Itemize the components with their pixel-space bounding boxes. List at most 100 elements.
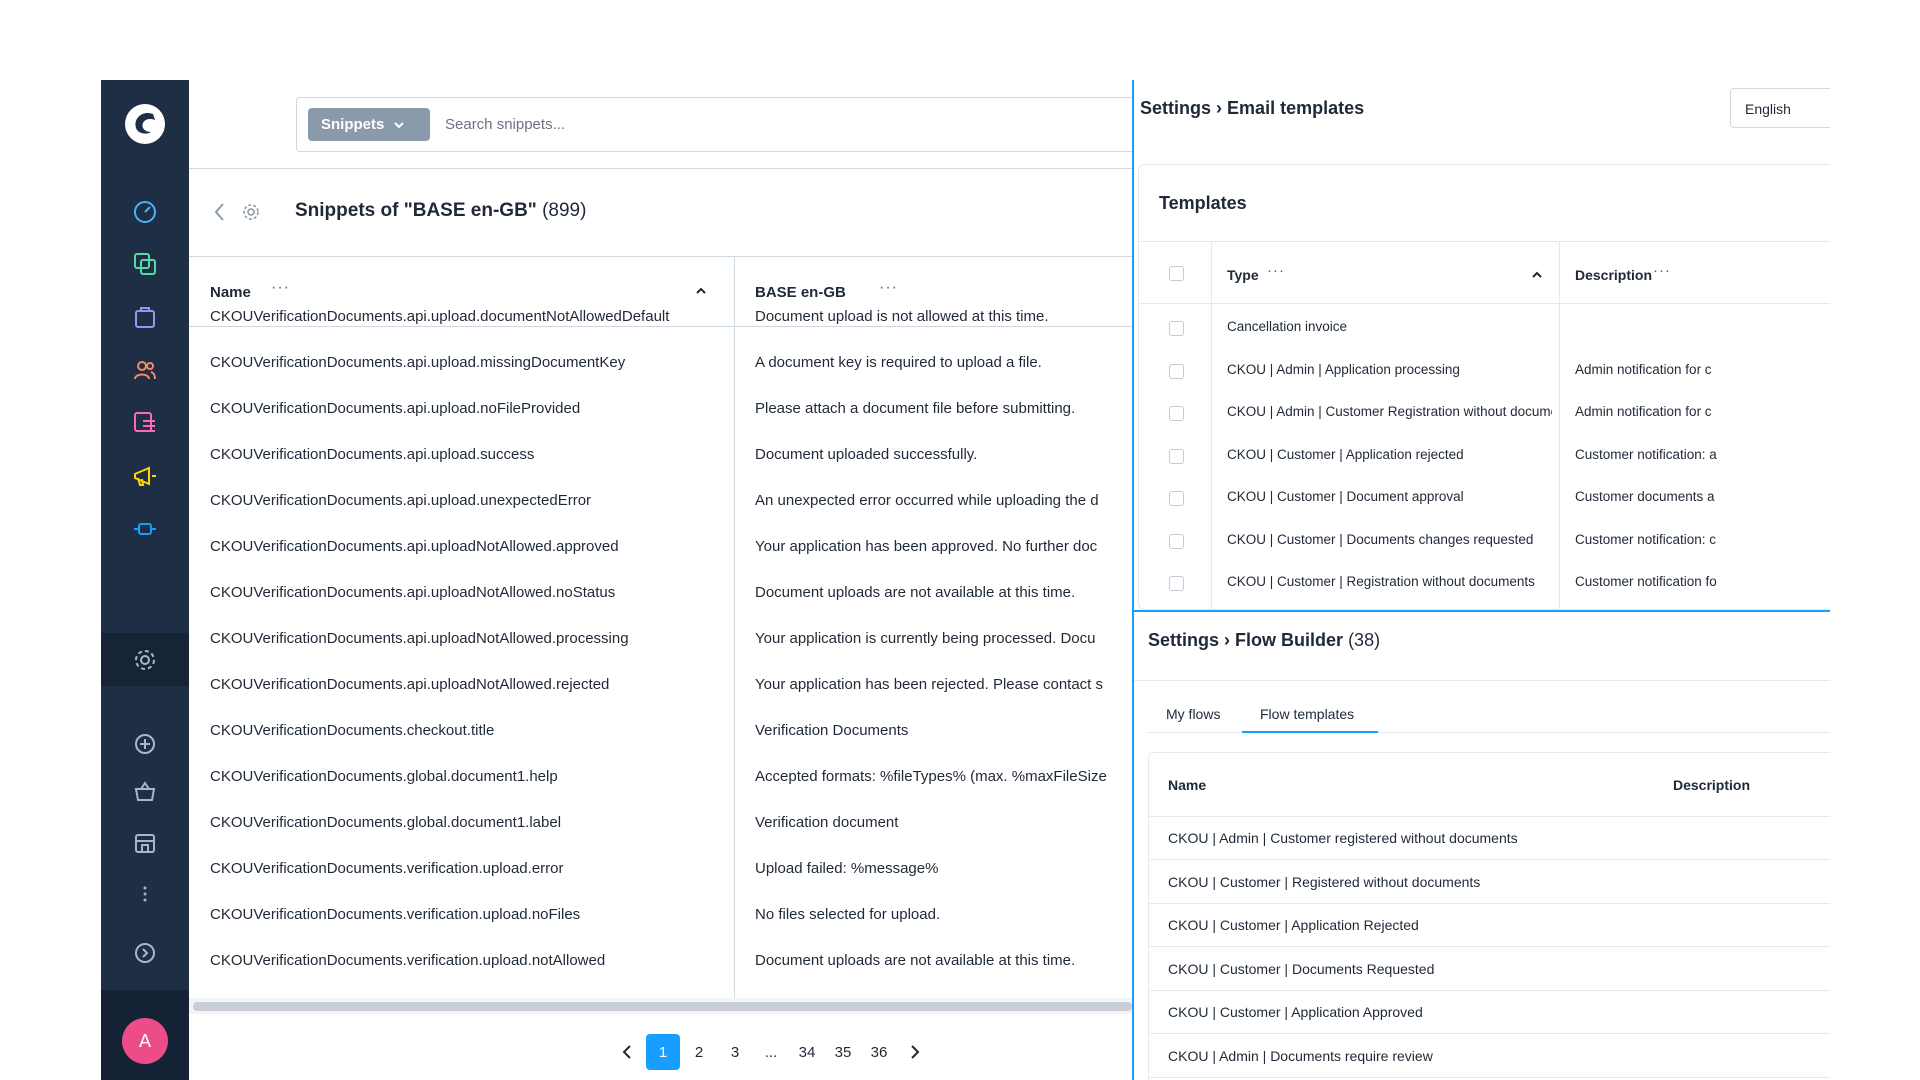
settings-icon[interactable] [132, 647, 158, 673]
customers-icon[interactable] [132, 357, 158, 383]
marketing-icon[interactable] [132, 463, 158, 489]
table-row[interactable]: CKOUVerificationDocuments.api.uploadNotA… [189, 572, 1132, 618]
table-row[interactable]: CKOUVerificationDocuments.global.documen… [189, 802, 1132, 848]
flow-name[interactable]: CKOU | Admin | Customer registered witho… [1168, 830, 1518, 846]
collapse-sidebar-icon[interactable] [132, 940, 158, 966]
table-row[interactable]: CKOUVerificationDocuments.verification.u… [189, 894, 1132, 940]
page-button[interactable]: 35 [826, 1034, 860, 1070]
table-row[interactable]: CKOUVerificationDocuments.global.documen… [189, 756, 1132, 802]
column-menu-icon[interactable]: ··· [879, 279, 898, 297]
row-checkbox[interactable] [1169, 448, 1184, 464]
table-row[interactable]: CKOU | Customer | Application Rejected [1149, 904, 1830, 947]
snippet-value[interactable]: Your application is currently being proc… [755, 630, 1132, 647]
table-row[interactable]: CKOU | Admin | Customer registered witho… [1149, 817, 1830, 860]
template-type[interactable]: Cancellation invoice [1227, 319, 1552, 334]
table-row[interactable]: CKOU | Customer | Registered without doc… [1149, 861, 1830, 904]
prev-page-icon[interactable] [610, 1034, 644, 1070]
language-select[interactable]: English [1730, 88, 1830, 128]
search-input[interactable] [445, 108, 1105, 141]
template-type[interactable]: CKOU | Customer | Registration without d… [1227, 574, 1552, 589]
snippet-value[interactable]: Document upload is not allowed at this t… [755, 308, 1132, 325]
snippet-value[interactable]: Please attach a document file before sub… [755, 400, 1132, 417]
page-button[interactable]: 2 [682, 1034, 716, 1070]
column-menu-icon[interactable]: ··· [1653, 262, 1671, 279]
column-header-description[interactable]: Description [1575, 267, 1652, 283]
template-type[interactable]: CKOU | Admin | Application processing [1227, 362, 1552, 377]
table-row[interactable]: CKOUVerificationDocuments.api.upload.doc… [189, 296, 1132, 342]
row-checkbox[interactable] [1169, 321, 1184, 336]
flow-name[interactable]: CKOU | Admin | Documents require review [1168, 1048, 1433, 1064]
table-row[interactable]: CKOU | Customer | Application Approved [1149, 991, 1830, 1034]
row-checkbox[interactable] [1169, 491, 1184, 506]
sort-ascending-icon[interactable] [1531, 269, 1543, 281]
template-type[interactable]: CKOU | Customer | Application rejected [1227, 447, 1552, 462]
tab-flow-templates[interactable]: Flow templates [1260, 706, 1354, 722]
more-icon[interactable] [132, 881, 158, 907]
table-row[interactable]: CKOUVerificationDocuments.api.upload.noF… [189, 388, 1132, 434]
page-button[interactable]: 36 [862, 1034, 896, 1070]
snippet-value[interactable]: An unexpected error occurred while uploa… [755, 492, 1132, 509]
table-row[interactable]: CKOU | Customer | Registration without d… [1139, 563, 1830, 605]
table-row[interactable]: CKOUVerificationDocuments.api.uploadNotA… [189, 526, 1132, 572]
back-icon[interactable] [210, 200, 230, 224]
column-menu-icon[interactable]: ··· [1267, 262, 1285, 279]
extensions-icon[interactable] [132, 516, 158, 542]
row-checkbox[interactable] [1169, 406, 1184, 421]
table-row[interactable]: CKOU | Customer | Documents Requested [1149, 948, 1830, 991]
basket-icon[interactable] [132, 779, 158, 805]
flow-name[interactable]: CKOU | Customer | Registered without doc… [1168, 874, 1480, 890]
table-row[interactable]: Cancellation invoice [1139, 308, 1830, 350]
template-type[interactable]: CKOU | Customer | Documents changes requ… [1227, 532, 1552, 547]
snippet-value[interactable]: A document key is required to upload a f… [755, 354, 1132, 371]
column-header-type[interactable]: Type [1227, 267, 1259, 283]
content-icon[interactable] [132, 410, 158, 436]
page-button[interactable]: 1 [646, 1034, 680, 1070]
shopware-logo-icon[interactable] [123, 102, 167, 146]
row-checkbox[interactable] [1169, 533, 1184, 549]
horizontal-scrollbar[interactable] [193, 1002, 1132, 1011]
snippet-value[interactable]: Verification Documents [755, 722, 1132, 739]
flow-name[interactable]: CKOU | Customer | Application Rejected [1168, 917, 1419, 933]
column-header-name[interactable]: Name [1168, 777, 1206, 793]
table-row[interactable]: CKOUVerificationDocuments.api.upload.mis… [189, 342, 1132, 388]
snippet-value[interactable]: Document uploads are not available at th… [755, 584, 1132, 601]
snippet-value[interactable]: Your application has been approved. No f… [755, 538, 1132, 555]
table-row[interactable]: CKOUVerificationDocuments.api.uploadNotA… [189, 618, 1132, 664]
catalog-icon[interactable] [132, 251, 158, 277]
table-row[interactable]: CKOU | Admin | Application processing Adm… [1139, 351, 1830, 393]
flow-name[interactable]: CKOU | Customer | Documents Requested [1168, 961, 1434, 977]
snippet-value[interactable]: Accepted formats: %fileTypes% (max. %max… [755, 768, 1132, 785]
tab-my-flows[interactable]: My flows [1166, 706, 1220, 722]
snippet-value[interactable]: Verification document [755, 814, 1132, 831]
snippet-value[interactable]: No files selected for upload. [755, 906, 1132, 923]
table-row[interactable]: CKOUVerificationDocuments.api.uploadNotA… [189, 664, 1132, 710]
page-button[interactable]: 3 [718, 1034, 752, 1070]
table-row[interactable]: CKOUVerificationDocuments.api.upload.suc… [189, 434, 1132, 480]
row-checkbox[interactable] [1169, 576, 1184, 591]
snippet-value[interactable]: Document uploaded successfully. [755, 446, 1132, 463]
column-menu-icon[interactable]: ··· [271, 279, 290, 297]
snippet-value[interactable]: Upload failed: %message% [755, 860, 1132, 877]
snippet-value[interactable]: Your application has been rejected. Plea… [755, 676, 1132, 693]
column-header-description[interactable]: Description [1673, 777, 1750, 793]
dashboard-icon[interactable] [132, 198, 158, 224]
table-row[interactable]: CKOU | Customer | Application rejected Cu… [1139, 436, 1830, 478]
breadcrumb-parent[interactable]: Settings [1140, 98, 1211, 118]
table-row[interactable]: CKOUVerificationDocuments.api.upload.une… [189, 480, 1132, 526]
row-checkbox[interactable] [1169, 363, 1184, 379]
table-row[interactable]: CKOUVerificationDocuments.checkout.title… [189, 710, 1132, 756]
table-row[interactable]: CKOU | Customer | Document approval Custo… [1139, 478, 1830, 520]
user-avatar[interactable]: A [122, 1018, 168, 1064]
next-page-icon[interactable] [898, 1034, 932, 1070]
table-row[interactable]: CKOUVerificationDocuments.verification.u… [189, 940, 1132, 986]
flow-name[interactable]: CKOU | Customer | Application Approved [1168, 1004, 1423, 1020]
storefront-icon[interactable] [132, 830, 158, 856]
template-type[interactable]: CKOU | Admin | Customer Registration wit… [1227, 404, 1552, 419]
select-all-checkbox[interactable] [1169, 266, 1184, 281]
snippet-value[interactable]: Document uploads are not available at th… [755, 952, 1132, 969]
table-row[interactable]: CKOU | Admin | Customer Registration wit… [1139, 393, 1830, 435]
orders-icon[interactable] [132, 304, 158, 330]
table-row[interactable]: CKOUVerificationDocuments.verification.u… [189, 848, 1132, 894]
gear-icon[interactable] [241, 202, 261, 222]
template-type[interactable]: CKOU | Customer | Document approval [1227, 489, 1552, 504]
